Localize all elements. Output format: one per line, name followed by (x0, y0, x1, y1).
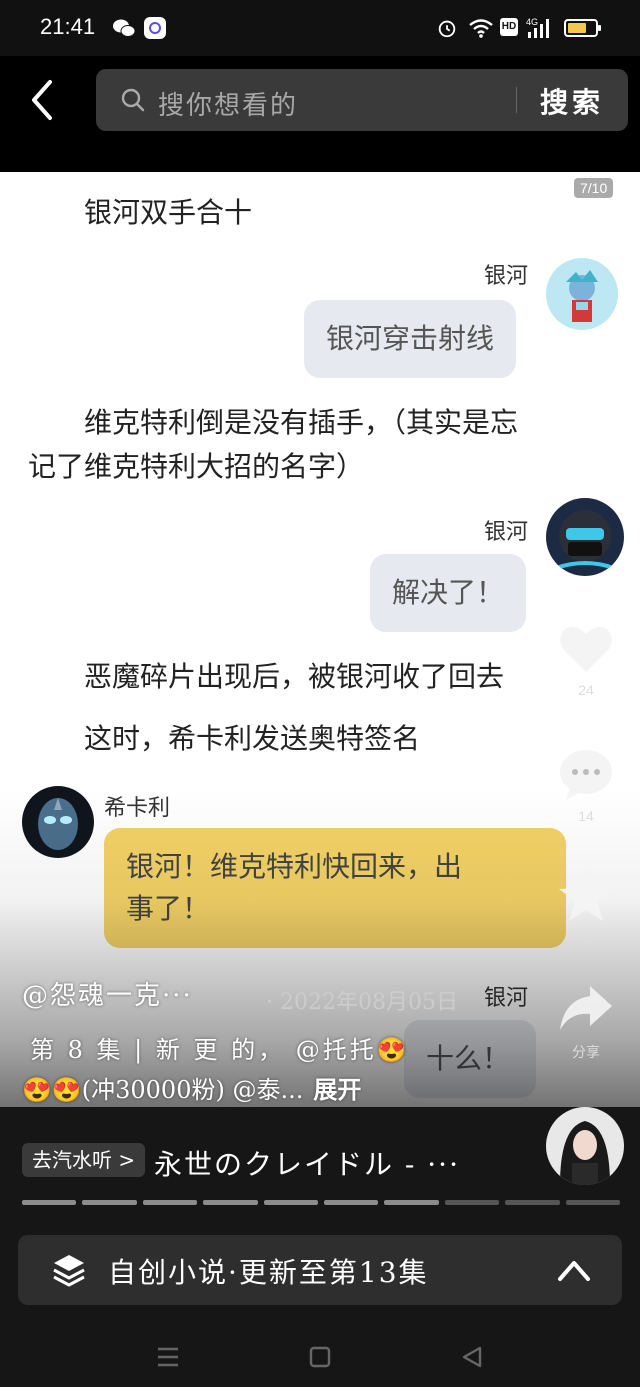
sender-name: 银河 (484, 986, 529, 1011)
search-button[interactable]: 搜索 (540, 81, 604, 121)
narration-line: 记了维克特利大招的名字） (28, 450, 365, 483)
post-date: · 2022年08月05日 (266, 990, 458, 1015)
progress-segment (203, 1200, 258, 1205)
narration-line: 银河双手合十 (84, 196, 253, 229)
progress-segment (324, 1200, 379, 1205)
progress-segment (565, 1200, 621, 1205)
progress-segment (263, 1200, 319, 1205)
comment-button[interactable]: 14 (556, 746, 616, 824)
home-icon[interactable] (306, 1343, 334, 1371)
progress-segment (142, 1200, 198, 1205)
favorite-button[interactable]: 18 (556, 868, 616, 946)
share-button[interactable]: 分享 (556, 980, 616, 1062)
app-notification-icon (144, 17, 166, 39)
back-nav-icon[interactable] (458, 1343, 486, 1371)
collection-label: 自创小说·更新至第13集 (108, 1256, 429, 1289)
favorite-count: 18 (578, 930, 594, 946)
share-icon (560, 986, 612, 1030)
message-line: 银河！维克特利快回来，出 (126, 850, 463, 883)
sender-name: 希卡利 (104, 796, 171, 821)
page-indicator: 7/10 (574, 178, 614, 198)
status-time: 21:41 (40, 14, 96, 39)
message-bubble-yellow: 银河！维克特利快回来，出 事了！ (104, 828, 566, 948)
narration-line: 恶魔碎片出现后，被银河收了回去 (84, 660, 505, 693)
battery-icon (564, 19, 601, 37)
collection-bar[interactable]: 自创小说·更新至第13集 (18, 1235, 622, 1305)
expand-button[interactable]: 展开 (313, 1075, 361, 1104)
hd-badge: HD (500, 18, 518, 36)
description-line: 😍😍(冲30000粉) @泰... 展开 (22, 1070, 361, 1105)
comment-count: 14 (578, 808, 594, 824)
author-name[interactable]: @怨魂一克··· (22, 975, 193, 1012)
wifi-icon (469, 19, 493, 38)
like-button[interactable]: 24 (556, 620, 616, 698)
sender-name: 银河 (484, 520, 529, 545)
top-bar: 搜你想看的 搜索 (0, 56, 640, 172)
progress-segment (444, 1200, 500, 1205)
alarm-icon (438, 20, 456, 38)
progress-segment (505, 1200, 560, 1205)
narration-line: 这时，希卡利发送奥特签名 (84, 722, 421, 755)
progress-segment (384, 1200, 439, 1205)
avatar (22, 786, 94, 858)
avatar (546, 258, 618, 330)
system-nav-bar (0, 1327, 640, 1387)
layers-icon (53, 1255, 85, 1287)
heart-icon (560, 626, 612, 672)
message-line: 事了！ (126, 892, 211, 925)
comment-icon (560, 750, 612, 800)
like-count: 24 (578, 682, 594, 698)
search-icon (121, 88, 145, 112)
narration-line: 维克特利倒是没有插手，（其实是忘 (84, 406, 519, 439)
progress-segment (22, 1200, 77, 1205)
search-divider (516, 87, 517, 113)
open-in-music-app-button[interactable]: 去汽水听 > (22, 1143, 146, 1177)
wechat-icon (113, 19, 136, 37)
chat-story-image[interactable]: 7/10 银河双手合十 银河 银河穿击射线 维克特利倒是没有插手，（其实是忘 记… (0, 172, 640, 1107)
description-line: 第 8 集 | 新 更 的， @托托😍 (30, 1036, 410, 1064)
message-bubble: 十么！ (404, 1020, 536, 1098)
message-bubble: 银河穿击射线 (304, 300, 517, 378)
search-input[interactable]: 搜你想看的 搜索 (96, 69, 628, 131)
star-icon (559, 870, 613, 921)
slide-progress (22, 1200, 621, 1205)
message-bubble: 解决了！ (370, 554, 527, 632)
svg-text:4G: 4G (526, 17, 538, 27)
progress-segment (82, 1200, 137, 1205)
share-label: 分享 (572, 1044, 600, 1060)
signal-icon: 4G (526, 17, 549, 38)
music-title[interactable]: 永世のクレイドル - ··· (154, 1143, 460, 1183)
music-cover[interactable] (546, 1107, 624, 1185)
sender-name: 银河 (484, 264, 529, 289)
description-text: 😍😍(冲30000粉) @泰... (22, 1076, 304, 1104)
chevron-up-icon[interactable] (556, 1255, 592, 1285)
status-bar: 21:41 HD 4G (0, 0, 640, 56)
menu-icon[interactable] (154, 1343, 182, 1371)
search-placeholder: 搜你想看的 (158, 91, 299, 121)
back-button[interactable] (24, 76, 64, 124)
bottom-panel: 去汽水听 > 永世のクレイドル - ··· 自创小说·更新至第13集 (0, 1107, 640, 1387)
avatar (546, 498, 624, 576)
